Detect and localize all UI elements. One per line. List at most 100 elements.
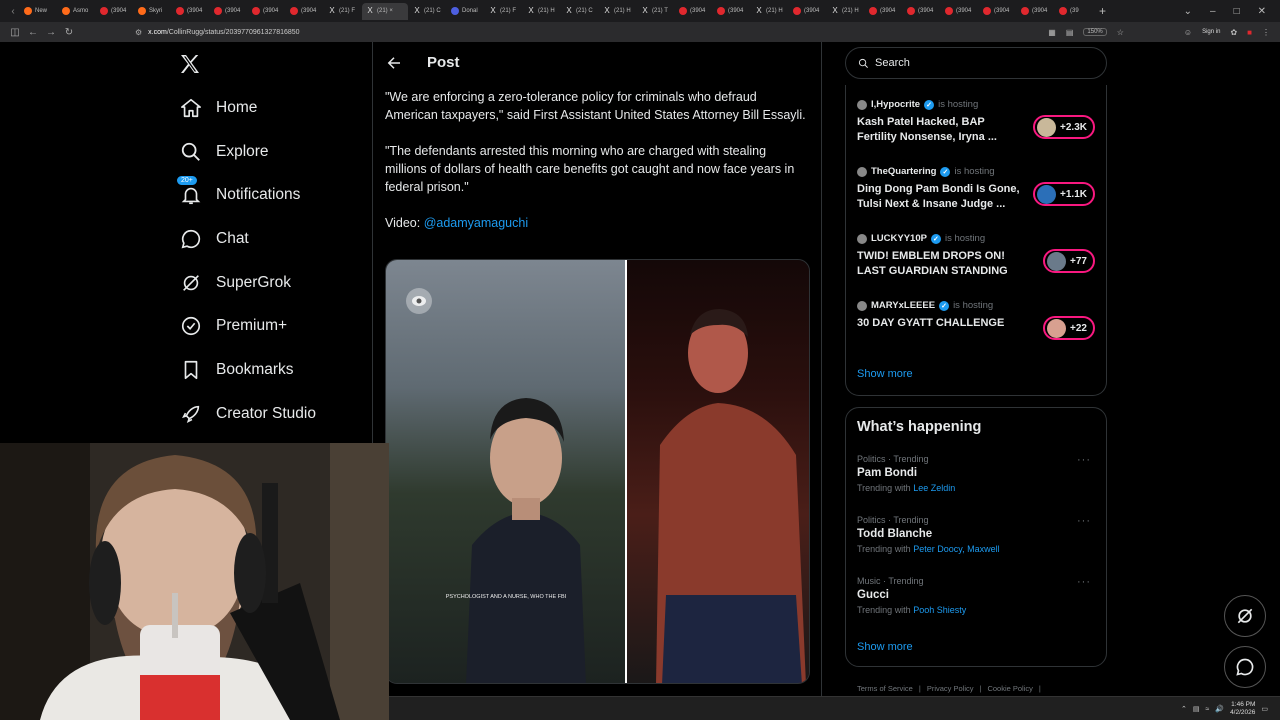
taskbar-clock[interactable]: 1:46 PM 4/2/2026	[1230, 701, 1255, 717]
tray-chevron-icon[interactable]: ⌃	[1181, 705, 1187, 713]
nav-item-premium[interactable]: Premium+	[176, 304, 316, 348]
account-icon[interactable]: ☺	[1184, 28, 1192, 37]
zoom-level[interactable]: 150%	[1083, 28, 1107, 36]
wifi-icon[interactable]: ≈	[1206, 706, 1210, 713]
live-space-item[interactable]: TheQuartering ✓ is hosting Ding Dong Pam Bo…	[857, 166, 1097, 212]
network-icon[interactable]: ▤	[1193, 705, 1200, 713]
browser-tab[interactable]: (3904	[865, 3, 902, 20]
footer-link[interactable]: Terms of Service	[857, 684, 913, 693]
browser-tab[interactable]: Donal	[447, 3, 484, 20]
nav-item-home[interactable]: Home	[176, 86, 316, 130]
browser-tab[interactable]: (3904	[248, 3, 285, 20]
tab-label: Skyri	[149, 8, 163, 14]
browser-tab[interactable]: (3904	[979, 3, 1016, 20]
browser-tab[interactable]: X (21) H	[523, 3, 560, 20]
show-more-link[interactable]: Show more	[857, 641, 913, 653]
trend-related-link[interactable]: Peter Doocy, Maxwell	[913, 544, 999, 554]
url-field[interactable]: ⚙ x.com/CollinRugg/status/20397709613278…	[135, 25, 1135, 39]
browser-tab[interactable]: (3904	[903, 3, 940, 20]
footer-link[interactable]: Privacy Policy	[927, 684, 974, 693]
youtube-icon	[100, 7, 108, 15]
footer-separator: |	[1038, 684, 1041, 693]
browser-tab[interactable]: Skyri	[134, 3, 171, 20]
x-icon: X	[756, 6, 762, 15]
forward-icon[interactable]: →	[42, 27, 60, 38]
browser-tab[interactable]: X (21) ×	[362, 2, 408, 20]
browser-tab[interactable]: X (21) H	[827, 3, 864, 20]
video-player[interactable]: PSYCHOLOGIST AND A NURSE, WHO THE FBI	[385, 259, 810, 684]
volume-icon[interactable]: 🔊	[1215, 705, 1224, 713]
browser-tab[interactable]: (3904	[210, 3, 247, 20]
browser-tab[interactable]: X (21) C	[409, 3, 446, 20]
nav-item-chat[interactable]: Chat	[176, 217, 316, 261]
eye-overlay-icon[interactable]	[406, 288, 432, 314]
new-tab-icon[interactable]: +	[1099, 4, 1106, 18]
trend-related-link[interactable]: Pooh Shiesty	[913, 605, 966, 615]
browser-tab[interactable]: (3904	[941, 3, 978, 20]
browser-tab[interactable]: (3904	[96, 3, 133, 20]
grok-fab-button[interactable]	[1224, 595, 1266, 637]
tab-scroll-left-icon[interactable]: ‹	[6, 6, 20, 17]
more-options-icon[interactable]: ···	[1077, 576, 1091, 588]
browser-tab[interactable]: (3904	[286, 3, 323, 20]
close-window-icon[interactable]: ✕	[1258, 6, 1266, 17]
tab-search-icon[interactable]: ⌄	[1184, 6, 1192, 17]
extension-red-icon[interactable]: ■	[1247, 28, 1252, 37]
live-space-item[interactable]: MARYxLEEEE ✓ is hosting 30 DAY GYATT CHALLE…	[857, 300, 1097, 340]
x-logo-icon[interactable]	[178, 52, 202, 76]
space-listener-pill[interactable]: +77	[1043, 249, 1095, 273]
chat-fab-button[interactable]	[1224, 646, 1266, 688]
browser-tab[interactable]: (3904	[1017, 3, 1054, 20]
extensions-icon[interactable]: ✿	[1230, 28, 1237, 37]
minimize-icon[interactable]: –	[1210, 6, 1216, 17]
space-listener-pill[interactable]: +2.3K	[1033, 115, 1095, 139]
bookmark-star-icon[interactable]: ☆	[1117, 28, 1124, 37]
browser-tab[interactable]: (3904	[713, 3, 750, 20]
show-more-link[interactable]: Show more	[857, 368, 913, 380]
maximize-icon[interactable]: □	[1234, 6, 1240, 17]
trend-item[interactable]: Music · Trending Gucci Trending with Pooh …	[857, 576, 1097, 615]
browser-tab[interactable]: (3904	[172, 3, 209, 20]
browser-tab[interactable]: New	[20, 3, 57, 20]
space-listener-pill[interactable]: +1.1K	[1033, 182, 1095, 206]
reload-icon[interactable]: ↻	[60, 27, 78, 38]
more-options-icon[interactable]: ···	[1077, 515, 1091, 527]
trend-related-link[interactable]: Lee Zeldin	[913, 483, 955, 493]
reader-icon[interactable]: ▤	[1066, 28, 1074, 37]
browser-tab[interactable]: X (21) C	[561, 3, 598, 20]
browser-tab[interactable]: X (21) H	[599, 3, 636, 20]
url-text[interactable]: x.com/CollinRugg/status/2039770961327816…	[148, 29, 299, 36]
back-icon[interactable]: ←	[24, 27, 42, 38]
nav-item-label: Explore	[216, 142, 269, 160]
nav-item-notifications[interactable]: 20+ Notifications	[176, 173, 316, 217]
x-icon: X	[642, 6, 648, 15]
browser-tab[interactable]: (39	[1055, 3, 1092, 20]
more-options-icon[interactable]: ···	[1077, 454, 1091, 466]
sign-in-link[interactable]: Sign in	[1202, 29, 1220, 35]
browser-tab[interactable]: X (21) T	[637, 3, 674, 20]
screenshot-icon[interactable]: ▦	[1048, 28, 1056, 37]
nav-item-explore[interactable]: Explore	[176, 130, 316, 174]
browser-tab[interactable]: X (21) H	[751, 3, 788, 20]
nav-item-supergrok[interactable]: SuperGrok	[176, 261, 316, 305]
notifications-tray-icon[interactable]: ▭	[1261, 705, 1268, 713]
live-space-item[interactable]: I,Hypocrite ✓ is hosting Kash Patel Hacked,…	[857, 99, 1097, 145]
search-input[interactable]: Search	[845, 47, 1107, 79]
browser-tab[interactable]: (3904	[789, 3, 826, 20]
trend-item[interactable]: Politics · Trending Pam Bondi Trending wit…	[857, 454, 1097, 493]
nav-item-bookmarks[interactable]: Bookmarks	[176, 348, 316, 392]
trend-item[interactable]: Politics · Trending Todd Blanche Trending …	[857, 515, 1097, 554]
browser-tab[interactable]: (3904	[675, 3, 712, 20]
browser-tab[interactable]: Asmo	[58, 3, 95, 20]
footer-link[interactable]: Cookie Policy	[987, 684, 1032, 693]
site-info-icon[interactable]: ⚙	[135, 28, 142, 37]
nav-item-creator-studio[interactable]: Creator Studio	[176, 392, 316, 436]
menu-icon[interactable]: ⋮	[1262, 28, 1270, 37]
browser-tab[interactable]: X (21) F	[485, 3, 522, 20]
live-space-item[interactable]: LUCKYY10P ✓ is hosting TWID! EMBLEM DROPS O…	[857, 233, 1097, 279]
back-arrow-icon[interactable]	[385, 54, 403, 72]
browser-tab[interactable]: X (21) F	[324, 3, 361, 20]
sidebar-toggle-icon[interactable]: ◫	[6, 27, 24, 38]
mention-link[interactable]: @adamyamaguchi	[424, 216, 528, 230]
space-listener-pill[interactable]: +22	[1043, 316, 1095, 340]
